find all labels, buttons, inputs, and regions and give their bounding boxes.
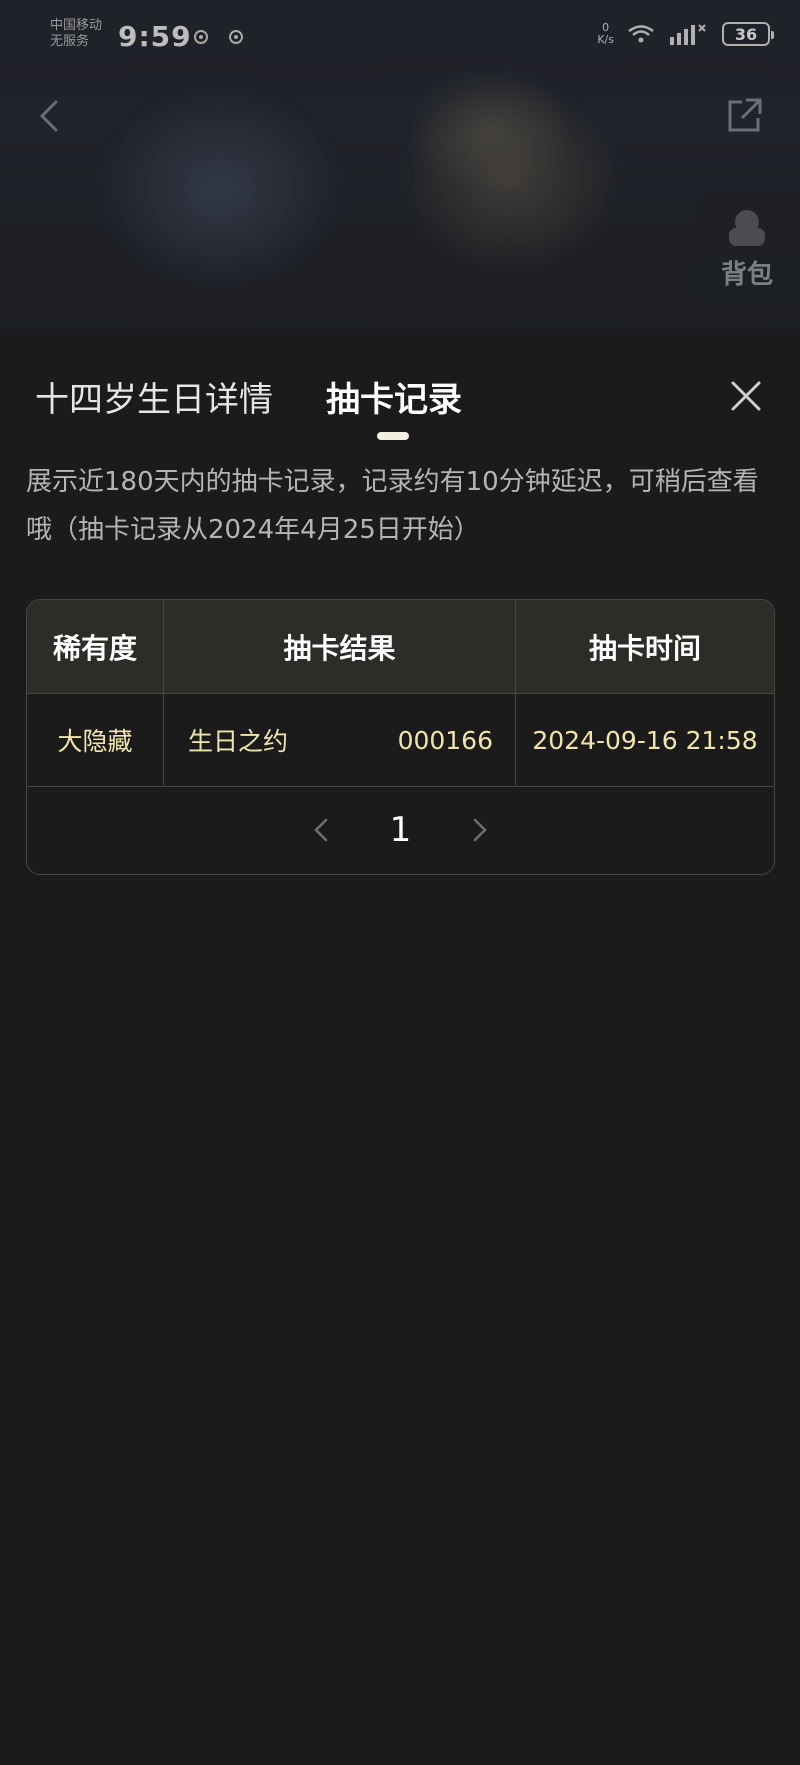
table-header: 稀有度 抽卡结果 抽卡时间	[27, 600, 774, 694]
bag-button[interactable]: 背包	[694, 192, 800, 306]
signal-icon	[670, 24, 706, 45]
status-time: 9:59	[118, 20, 192, 53]
bag-label: 背包	[720, 259, 773, 290]
tab-birthday-details[interactable]: 十四岁生日详情	[35, 372, 273, 421]
carrier-info: 中国移动 无服务	[50, 18, 103, 49]
close-icon[interactable]	[730, 380, 762, 412]
tab-draw-records[interactable]: 抽卡记录	[326, 372, 462, 421]
chevron-right-icon[interactable]	[469, 815, 491, 845]
bag-icon	[729, 209, 765, 246]
net-speed: 0 K/s	[597, 21, 614, 46]
result-number: 000166	[397, 725, 493, 755]
header-rarity: 稀有度	[27, 600, 164, 693]
draw-records-sheet: 十四岁生日详情 抽卡记录 展示近180天内的抽卡记录，记录约有10分钟延迟，可稍…	[0, 338, 800, 1765]
back-icon[interactable]	[34, 96, 64, 136]
wifi-icon	[628, 25, 654, 43]
header-result: 抽卡结果	[164, 600, 516, 693]
records-table: 稀有度 抽卡结果 抽卡时间 大隐藏 生日之约 000166 2024-09-16…	[26, 599, 775, 875]
cell-result: 生日之约 000166	[164, 694, 516, 786]
notification-icon	[194, 30, 208, 44]
cell-time: 2024-09-16 21:58	[532, 725, 758, 755]
result-name: 生日之约	[188, 727, 289, 756]
status-bar: 中国移动 无服务 9:59 0 K/s 36	[0, 0, 800, 80]
chevron-left-icon[interactable]	[310, 815, 332, 845]
tab-bar: 十四岁生日详情 抽卡记录	[0, 338, 800, 448]
current-page[interactable]: 1	[390, 810, 412, 850]
records-notice: 展示近180天内的抽卡记录，记录约有10分钟延迟，可稍后查看哦（抽卡记录从202…	[26, 467, 759, 545]
pagination: 1	[27, 787, 774, 873]
active-tab-indicator	[377, 432, 409, 440]
header-time: 抽卡时间	[588, 631, 701, 665]
battery-indicator: 36	[722, 22, 774, 46]
table-row: 大隐藏 生日之约 000166 2024-09-16 21:58	[27, 694, 774, 787]
cell-rarity: 大隐藏	[27, 694, 164, 786]
notification-icon	[229, 30, 243, 44]
share-icon[interactable]	[724, 96, 764, 136]
